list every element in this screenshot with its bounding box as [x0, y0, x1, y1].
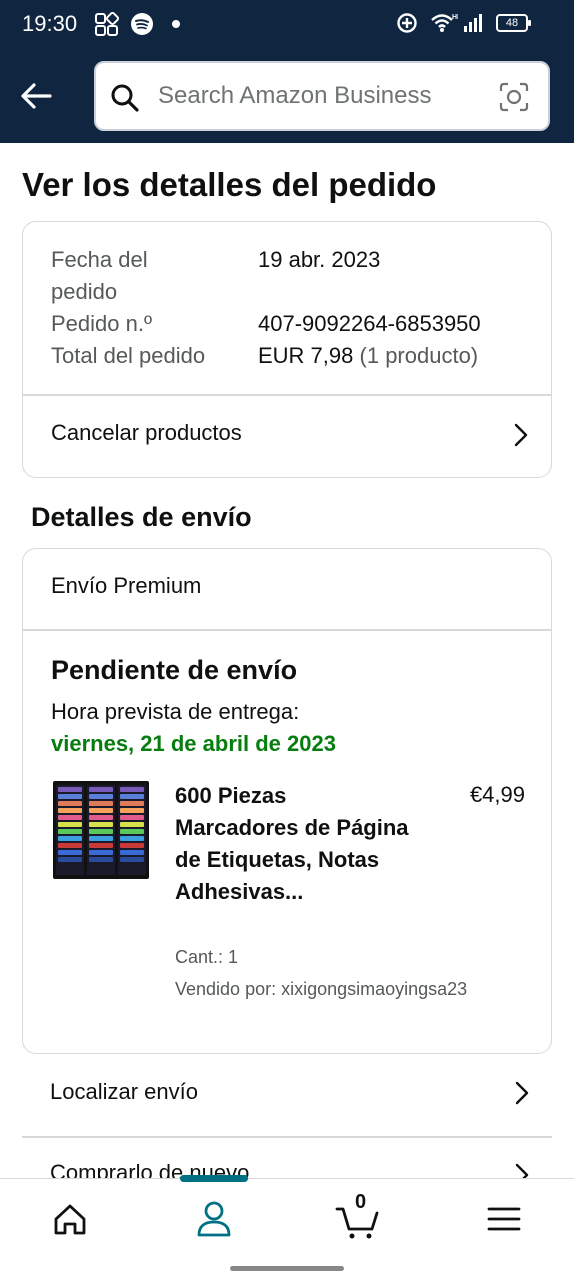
- dot-icon: [172, 20, 180, 28]
- camera-scan-icon[interactable]: [498, 81, 530, 113]
- order-total-label: Total del pedido: [51, 343, 206, 368]
- arrow-left-icon[interactable]: [16, 76, 56, 116]
- order-number-value: 407-9092264-6853950: [258, 311, 481, 336]
- wifi-icon: HD: [431, 14, 458, 32]
- page-title: Ver los detalles del pedido: [22, 166, 437, 203]
- chevron-right-icon: [515, 1163, 529, 1178]
- order-total-amount: EUR 7,98: [258, 343, 354, 368]
- track-shipment-row[interactable]: Localizar envío: [22, 1055, 552, 1137]
- bottom-nav: 0: [0, 1175, 574, 1256]
- cancel-products-row[interactable]: Cancelar productos: [23, 396, 551, 478]
- shipment-card: Envío Premium Pendiente de envío Hora pr…: [22, 548, 552, 1054]
- home-icon[interactable]: [46, 1197, 94, 1241]
- eta-label: Hora prevista de entrega:: [51, 699, 300, 724]
- track-shipment-label: Localizar envío: [50, 1079, 198, 1104]
- product-seller: Vendido por: xixigongsimaoyingsa23: [175, 979, 468, 999]
- cart-button[interactable]: 0: [334, 1191, 382, 1241]
- product-thumbnail[interactable]: [53, 781, 149, 879]
- spotify-icon: [131, 13, 153, 35]
- search-icon: [111, 84, 139, 112]
- shipping-type: Envío Premium: [51, 573, 202, 598]
- status-bar: 19:30 HD 48: [0, 0, 574, 50]
- order-date-value: 19 abr. 2023: [258, 247, 381, 272]
- battery-icon: 48: [496, 14, 531, 32]
- order-number-label: Pedido n.º: [51, 311, 152, 336]
- product-price: €4,99: [469, 782, 525, 807]
- buy-again-row[interactable]: Comprarlo de nuevo: [22, 1138, 552, 1178]
- product-quantity: Cant.: 1: [175, 947, 239, 967]
- grid-icon: [95, 12, 120, 36]
- cancel-products-label: Cancelar productos: [51, 420, 242, 445]
- signal-icon: [464, 14, 482, 32]
- header: Search Amazon Business: [0, 50, 574, 143]
- order-summary-card: Fecha del pedido 19 abr. 2023 Pedido n.º…: [22, 221, 552, 478]
- order-date-label-1: Fecha del: [51, 247, 148, 272]
- svg-text:HD: HD: [452, 14, 458, 21]
- cart-count: 0: [355, 1191, 367, 1213]
- vpn-icon: [397, 13, 417, 33]
- order-total-value: EUR 7,98 (1 producto): [258, 340, 478, 372]
- home-indicator: [230, 1266, 344, 1271]
- shipping-section-title: Detalles de envío: [31, 502, 252, 532]
- menu-icon[interactable]: [480, 1197, 528, 1241]
- chevron-right-icon: [514, 423, 528, 447]
- search-input[interactable]: Search Amazon Business: [158, 82, 431, 110]
- divider: [23, 629, 551, 631]
- status-time: 19:30: [22, 11, 78, 36]
- order-total-items: (1 producto): [359, 343, 479, 368]
- order-date-label-2: pedido: [51, 279, 118, 304]
- active-tab-indicator: [180, 1175, 248, 1182]
- chevron-right-icon: [515, 1081, 529, 1105]
- product-title[interactable]: 600 Piezas Marcadores de Página de Etiqu…: [175, 780, 415, 908]
- shipment-status: Pendiente de envío: [51, 655, 298, 685]
- search-bar[interactable]: Search Amazon Business: [94, 61, 550, 131]
- eta-date: viernes, 21 de abril de 2023: [51, 731, 336, 756]
- account-icon[interactable]: [190, 1197, 238, 1241]
